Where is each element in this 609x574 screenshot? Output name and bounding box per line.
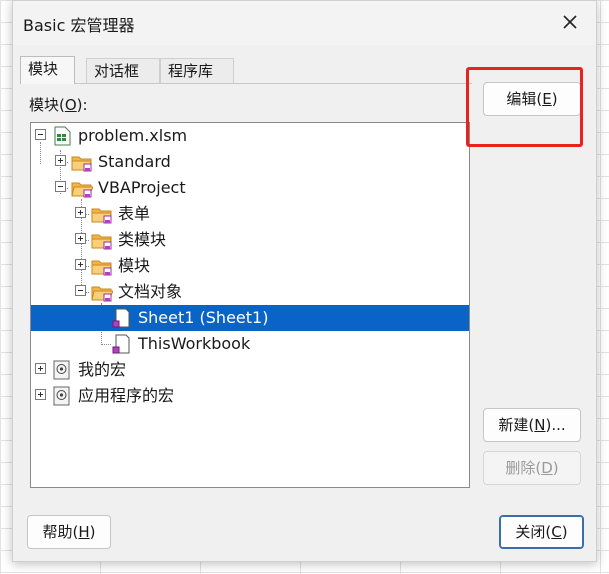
module-tree[interactable]: problem.xlsm Standard VBAProject 表单 类模块 … [30, 122, 470, 488]
tree-item-thisworkbook[interactable]: ThisWorkbook [31, 331, 469, 357]
expand-toggle[interactable] [35, 363, 46, 374]
folder-icon [91, 234, 112, 250]
folder-icon [91, 208, 112, 224]
folder-icon [71, 156, 92, 172]
expand-toggle[interactable] [75, 259, 86, 270]
tree-item-label: 我的宏 [78, 360, 127, 379]
collapse-toggle[interactable] [35, 129, 46, 140]
tree-item-vbaproject[interactable]: VBAProject [31, 175, 469, 201]
folder-icon [71, 182, 93, 198]
spreadsheet-icon [54, 126, 71, 146]
new-button[interactable]: 新建(N)... [483, 408, 581, 442]
collapse-toggle[interactable] [55, 181, 66, 192]
document-icon [112, 334, 130, 354]
expand-toggle[interactable] [75, 207, 86, 218]
collapse-toggle[interactable] [75, 285, 86, 296]
library-icon [53, 360, 70, 380]
tree-item-label: problem.xlsm [78, 126, 188, 145]
tree-item-label: 文档对象 [118, 282, 183, 301]
tree-item-label: ThisWorkbook [138, 334, 251, 353]
tab-dialogs[interactable]: 对话框 [86, 58, 160, 83]
basic-macro-manager-dialog: Basic 宏管理器 模块 对话框 程序库 模块(O): problem.xls… [12, 0, 597, 562]
tree-item-label: 类模块 [118, 230, 167, 249]
folder-icon [91, 260, 112, 276]
title-bar: Basic 宏管理器 [13, 1, 596, 45]
tree-item-label: Sheet1 (Sheet1) [135, 307, 272, 329]
tree-item-label: VBAProject [98, 178, 186, 197]
tree-item-application-macros[interactable]: 应用程序的宏 [31, 383, 469, 409]
tree-item-label: 模块 [118, 256, 151, 275]
tab-modules[interactable]: 模块 [20, 56, 75, 84]
document-icon [112, 308, 130, 328]
tree-item-label: 表单 [118, 204, 151, 223]
tree-item-label: 应用程序的宏 [78, 386, 175, 405]
help-button[interactable]: 帮助(H) [27, 515, 111, 549]
modules-tree-label: 模块(O): [29, 96, 88, 114]
tab-panel-border [20, 83, 472, 84]
tree-item-standard[interactable]: Standard [31, 149, 469, 175]
tree-item-forms[interactable]: 表单 [31, 201, 469, 227]
highlight-annotation-box [466, 67, 583, 147]
library-icon [53, 386, 70, 406]
tree-item-my-macros[interactable]: 我的宏 [31, 357, 469, 383]
tab-libraries[interactable]: 程序库 [160, 58, 234, 83]
close-icon[interactable] [558, 10, 582, 34]
tree-item-sheet1[interactable]: Sheet1 (Sheet1) [31, 305, 469, 331]
tree-item-problem-xlsm[interactable]: problem.xlsm [31, 123, 469, 149]
window-title: Basic 宏管理器 [23, 16, 135, 35]
tree-item-modules[interactable]: 模块 [31, 253, 469, 279]
expand-toggle[interactable] [75, 233, 86, 244]
tree-item-label: Standard [98, 152, 171, 171]
expand-toggle[interactable] [55, 155, 66, 166]
close-button[interactable]: 关闭(C) [499, 515, 584, 549]
delete-button[interactable]: 删除(D) [483, 451, 581, 485]
expand-toggle[interactable] [35, 389, 46, 400]
folder-icon [91, 286, 113, 302]
tree-item-class-modules[interactable]: 类模块 [31, 227, 469, 253]
tree-item-document-objects[interactable]: 文档对象 [31, 279, 469, 305]
